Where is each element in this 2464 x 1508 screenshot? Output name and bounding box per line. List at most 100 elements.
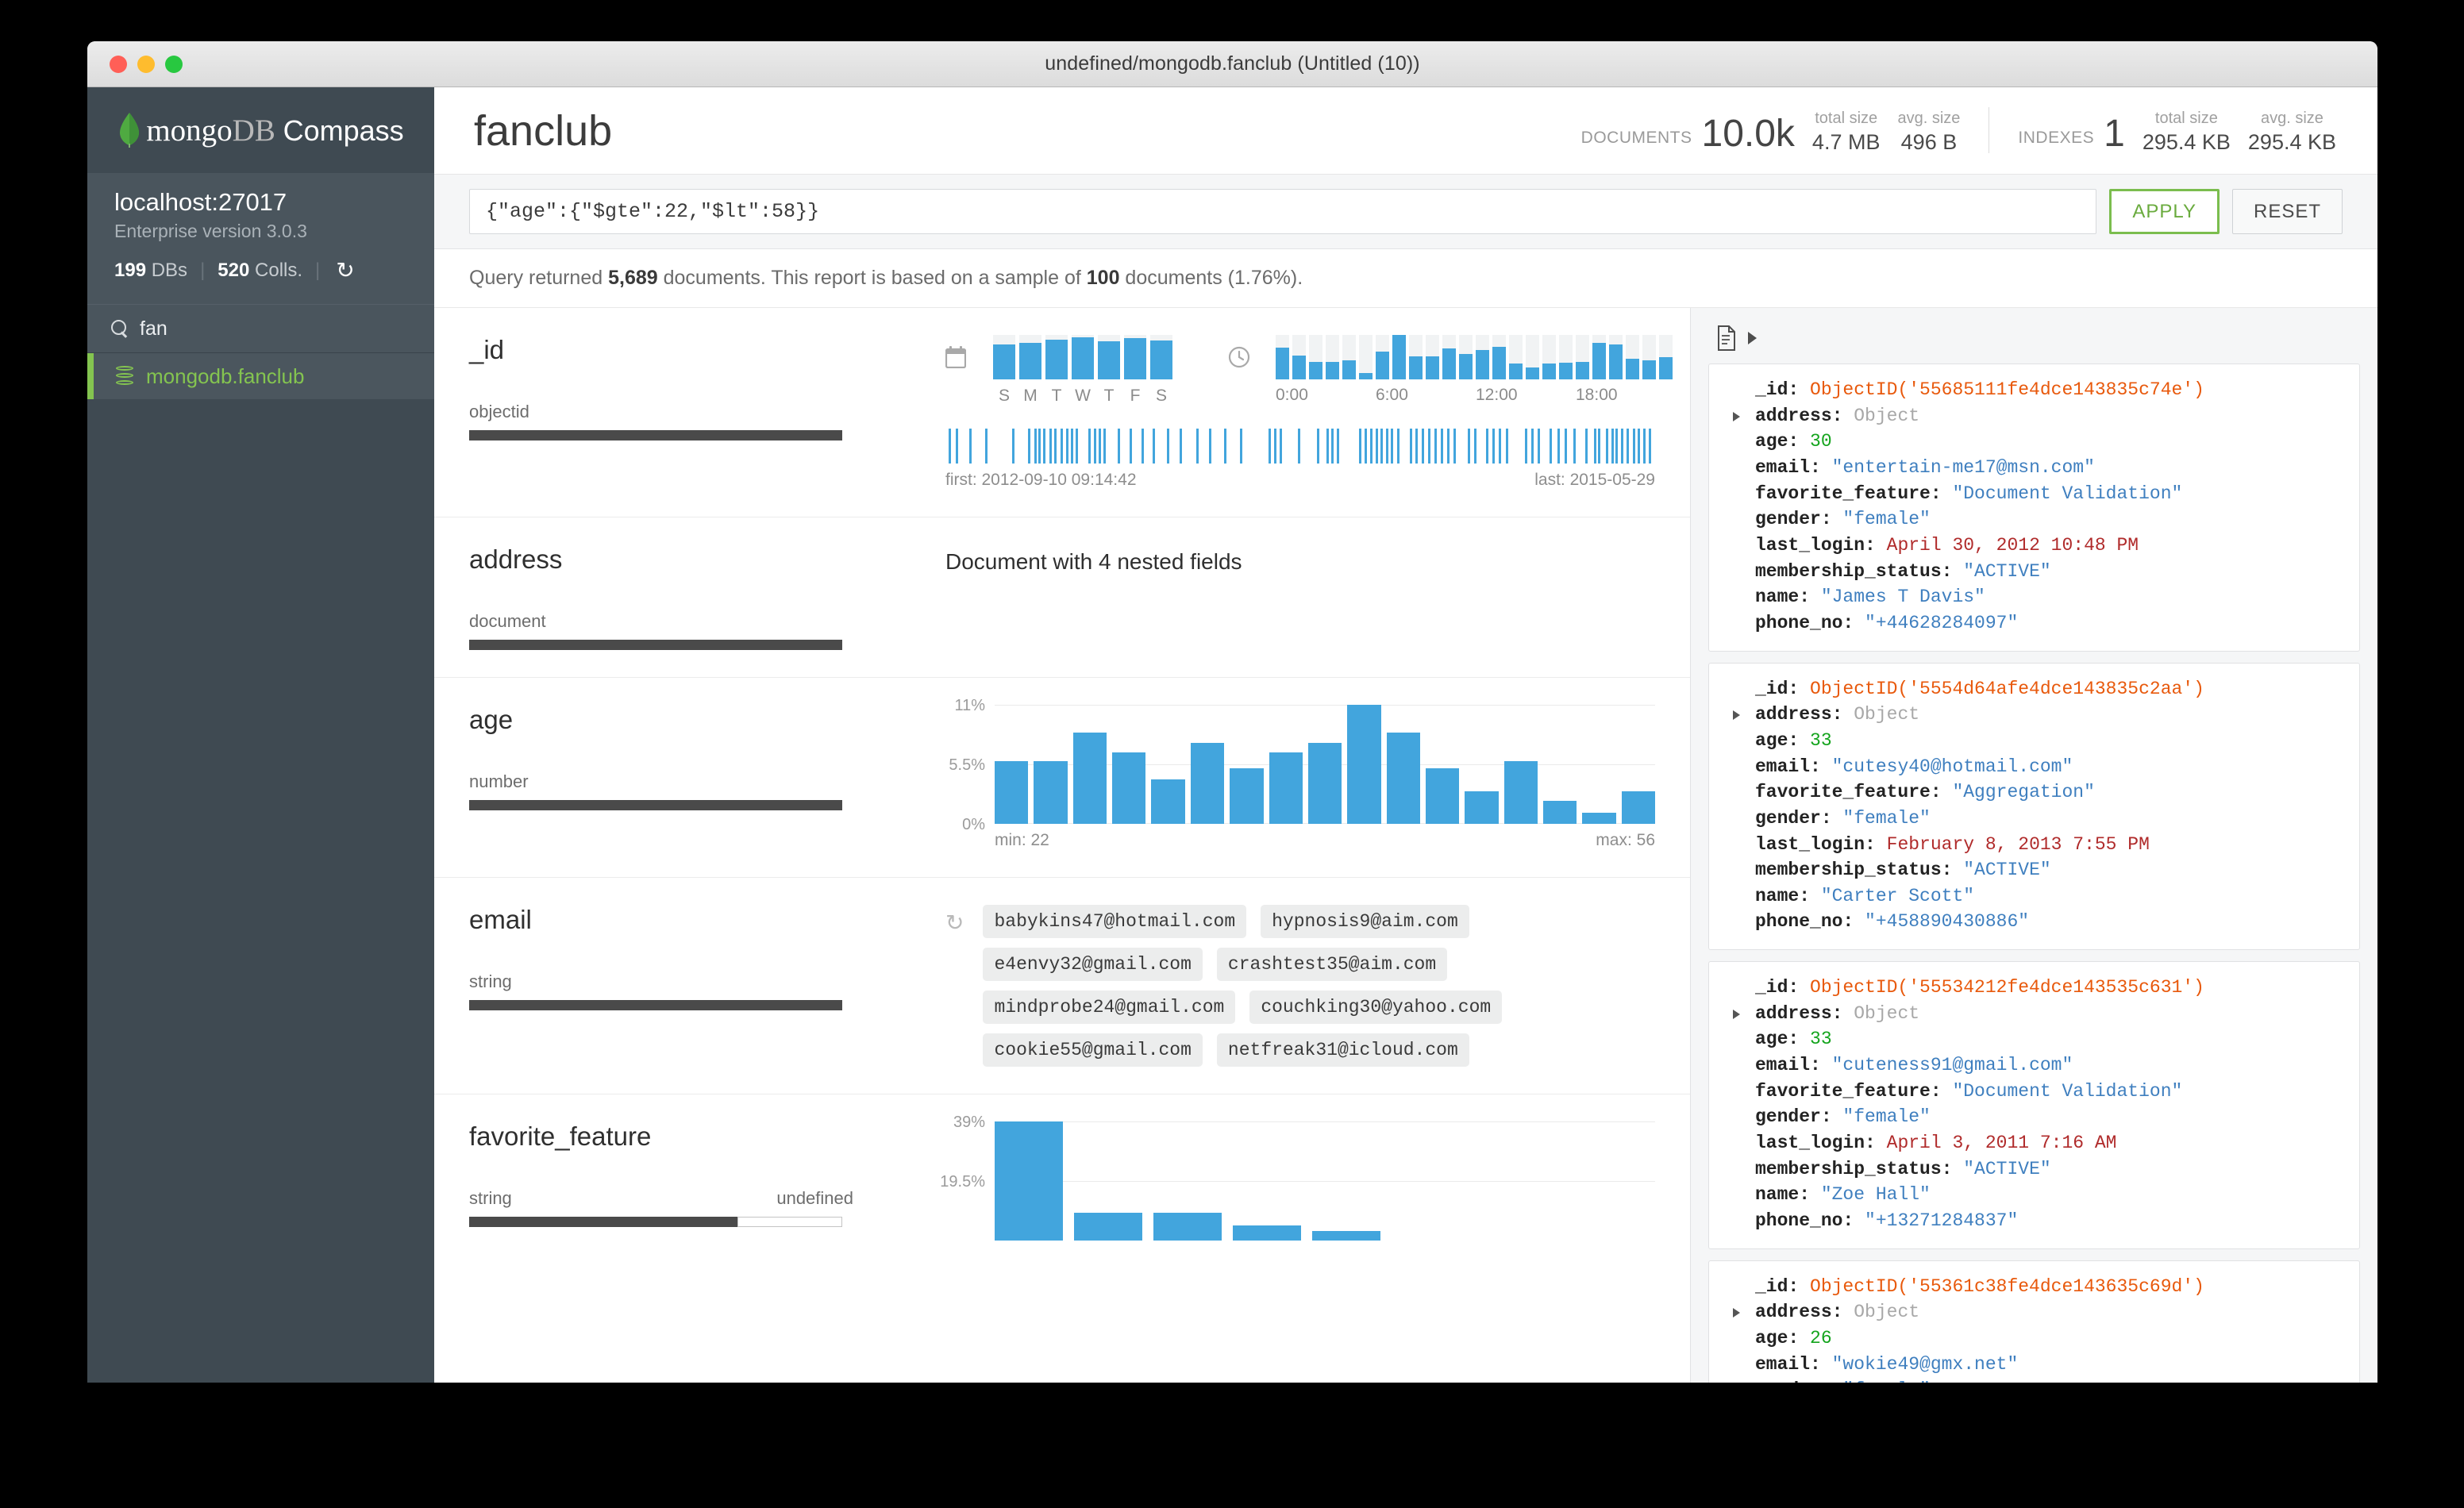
document-field-value: "ACTIVE" [1963,860,2051,881]
chevron-right-icon[interactable] [1733,411,1740,421]
chevron-right-icon[interactable] [1733,1308,1740,1318]
field-type: document [469,611,546,631]
indexes-total-size-label: total size [2154,109,2218,127]
timeline-tick [985,429,988,464]
sidebar-item-mongodb-fanclub[interactable]: mongodb.fanclub [87,353,434,399]
timeline-tick [1053,429,1057,464]
timeline-tick [1557,429,1560,464]
hour-of-day-bar [1642,335,1656,379]
db-count: 199 [114,260,147,281]
email-sample-tag[interactable]: crashtest35@aim.com [1216,948,1448,981]
document-field: gender: "female" [1725,806,2343,832]
favorite-feature-bars [995,1121,1655,1241]
timeline-tick [1391,429,1394,464]
indexes-stats: INDEXES 1 total size 295.4 KB avg. size … [2018,110,2336,155]
title-bar: undefined/mongodb.fanclub (Untitled (10)… [87,41,2377,87]
document-field-value: "cutesy40@hotmail.com" [1831,756,2073,777]
field-type-label: string undefined [469,1188,866,1209]
field-meta: age number [469,705,866,850]
document-field-value: "+13271284837" [1865,1210,2019,1232]
field-name[interactable]: address [469,544,866,575]
app-window: undefined/mongodb.fanclub (Untitled (10)… [87,41,2377,1383]
field-name: favorite_feature [469,1121,652,1151]
timeline-tick [1573,429,1577,464]
age-range-labels: min: 22 max: 56 [945,831,1655,850]
refresh-samples-icon[interactable]: ↻ [945,910,964,936]
documents-total-size-label: total size [1815,109,1878,127]
refresh-icon[interactable]: ↻ [336,260,354,282]
indexes-caption: INDEXES [2018,128,2095,147]
document-field-value: "James T Davis" [1820,587,1985,608]
email-sample-tag[interactable]: couchking30@yahoo.com [1249,991,1503,1024]
apply-button[interactable]: APPLY [2109,189,2220,234]
expand-documents-icon[interactable] [1748,332,1757,344]
search-input[interactable]: fan [140,317,167,340]
timeline-tick [1441,429,1443,464]
timeline-tick [1180,429,1183,464]
maximize-button[interactable] [165,55,183,73]
timeline-tick [1492,429,1496,464]
age-y-tick: 5.5% [949,756,985,774]
reset-button[interactable]: RESET [2231,189,2343,234]
hour-of-day-bar [1626,335,1639,379]
minimize-button[interactable] [137,55,155,73]
brand-text: mongoDB Compass [146,113,403,148]
timeline-tick [1060,429,1063,464]
document-field-key: age: [1755,729,1811,751]
document-field-key: _id: [1755,379,1811,400]
email-sample-tag[interactable]: babykins47@hotmail.com [983,905,1247,938]
day-of-week-bar [1124,335,1146,379]
hour-of-day-labels: 0:00 6:00 12:00 18:00 [1276,386,1673,408]
stats-divider-1: | [200,260,206,281]
document-field-key: address: [1755,405,1854,426]
schema-field-age: age number 11% 5.5% 0% min: 22 max: 56 [434,678,1690,878]
document-field-key: name: [1755,885,1821,906]
day-of-week-chart: SMTWTFS [993,335,1172,406]
document-card[interactable]: _id: ObjectID('55534212fe4dce143535c631'… [1708,961,2360,1249]
document-view-icon[interactable] [1716,325,1737,351]
email-sample-tag[interactable]: e4envy32@gmail.com [983,948,1203,981]
day-of-week-tick: T [1103,387,1115,405]
email-sample-tag[interactable]: mindprobe24@gmail.com [983,991,1236,1024]
email-sample-tag[interactable]: netfreak31@icloud.com [1216,1033,1469,1067]
timeline-tick [1038,429,1041,464]
field-charts: SMTWTFS 0:00 6:00 12:00 18:00 first: 201… [866,335,1673,490]
document-field: phone_no: "+44628284097" [1725,610,2343,637]
document-panel: _id: ObjectID('55685111fe4dce143835c74e'… [1690,308,2377,1383]
email-sample-tag[interactable]: hypnosis9@aim.com [1261,905,1469,938]
coll-count: 520 [218,260,250,281]
query-input[interactable] [469,189,2097,234]
document-field: address: Object [1725,1001,2343,1027]
document-field-key: address: [1755,1302,1854,1323]
chevron-right-icon[interactable] [1733,710,1740,721]
document-field-value: Object [1854,704,1920,725]
chevron-right-icon[interactable] [1733,1009,1740,1019]
age-bar [1425,768,1460,824]
document-field-key: email: [1755,1353,1832,1375]
hour-of-day-tick: 12:00 [1476,386,1518,404]
document-card[interactable]: _id: ObjectID('55685111fe4dce143835c74e'… [1708,364,2360,652]
document-field: last_login: April 30, 2012 10:48 PM [1725,533,2343,559]
schema-field-id: _id objectid SMTWTFS 0:00 6:00 12:00 18:… [434,308,1690,517]
age-bar [1307,742,1342,824]
document-field-value: April 30, 2012 10:48 PM [1886,534,2139,556]
document-field: _id: ObjectID('5554d64afe4dce143835c2aa'… [1725,676,2343,702]
documents-avg-size-value: 496 B [1900,129,1958,154]
type-segment-string [469,1217,738,1227]
email-sample-tag[interactable]: cookie55@gmail.com [983,1033,1203,1067]
document-card[interactable]: _id: ObjectID('5554d64afe4dce143835c2aa'… [1708,662,2360,951]
close-button[interactable] [110,55,127,73]
timeline-tick [1648,429,1651,464]
id-timeline: first: 2012-09-10 09:14:42 last: 2015-05… [945,429,1655,490]
field-type-undefined: undefined [776,1188,853,1208]
timeline-tick [1103,429,1107,464]
main-panel: fanclub DOCUMENTS 10.0k total size 4.7 M… [434,87,2377,1383]
document-field-value: Object [1854,405,1920,426]
hour-of-day-bar [1426,335,1439,379]
field-meta: email string [469,905,866,1067]
brand-product: Compass [283,113,404,147]
sidebar-search[interactable]: fan [87,304,434,353]
document-field: age: 33 [1725,1026,2343,1052]
document-field: phone_no: "+458890430886" [1725,909,2343,935]
document-card[interactable]: _id: ObjectID('55361c38fe4dce143635c69d'… [1708,1260,2360,1383]
